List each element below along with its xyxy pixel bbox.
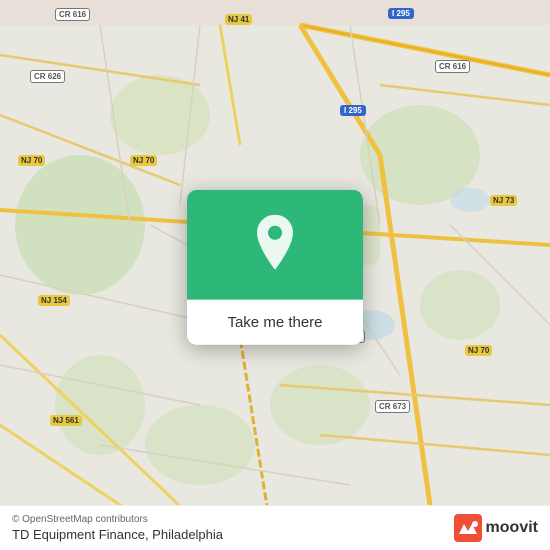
road-label-nj73: NJ 73 xyxy=(490,195,517,206)
moovit-icon xyxy=(454,514,482,542)
bottom-bar: © OpenStreetMap contributors TD Equipmen… xyxy=(0,505,550,550)
take-me-there-button[interactable]: Take me there xyxy=(187,300,363,345)
location-pin-icon xyxy=(250,215,300,275)
road-label-cr673-bottom: CR 673 xyxy=(375,400,410,413)
road-label-i295-top: I 295 xyxy=(388,8,414,19)
location-title: TD Equipment Finance, Philadelphia xyxy=(12,527,223,542)
moovit-text: moovit xyxy=(486,519,538,537)
moovit-logo: moovit xyxy=(454,514,538,542)
location-card: Take me there xyxy=(187,190,363,345)
bottom-info: © OpenStreetMap contributors TD Equipmen… xyxy=(12,514,223,542)
road-label-nj41: NJ 41 xyxy=(225,14,252,25)
map-container: CR 616 NJ 41 I 295 CR 626 CR 616 NJ 70 N… xyxy=(0,0,550,550)
road-label-nj70-mid: NJ 70 xyxy=(130,155,157,166)
road-label-nj70-left: NJ 70 xyxy=(18,155,45,166)
copyright-text: © OpenStreetMap contributors xyxy=(12,514,223,525)
road-label-cr616-right: CR 616 xyxy=(435,60,470,73)
road-label-i295-mid: I 295 xyxy=(340,105,366,116)
road-label-nj154: NJ 154 xyxy=(38,295,70,306)
road-label-nj561: NJ 561 xyxy=(50,415,82,426)
road-label-cr616-top: CR 616 xyxy=(55,8,90,21)
road-label-nj70-right: NJ 70 xyxy=(465,345,492,356)
card-header xyxy=(187,190,363,300)
road-label-cr626: CR 626 xyxy=(30,70,65,83)
